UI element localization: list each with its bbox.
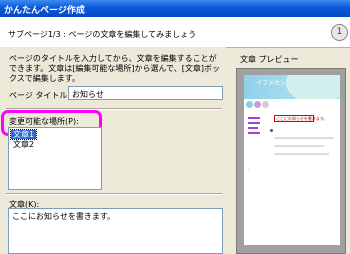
list-item[interactable]: 文章1 [9, 129, 38, 140]
preview-selected-text-box: ここにお知らせを書きます。 [274, 115, 328, 122]
preview-text-line [274, 153, 329, 155]
decor-dot-purple [254, 101, 261, 108]
instructions-text: ページのタイトルを入力してから、文章を編集することができます。文章は[編集可能な… [9, 54, 220, 83]
preview-banner: イフメセン [244, 75, 340, 99]
text-editor-value: ここにお知らせを書きます。 [12, 212, 116, 221]
editable-places-label: 変更可能な場所(P): [9, 117, 79, 126]
nav-link [248, 117, 260, 119]
preview-heading: 文章 プレビュー [240, 55, 299, 64]
list-item[interactable]: 文章2 [11, 140, 36, 149]
preview-banner-text: イフメセン [256, 80, 287, 87]
preview-frame: イフメセン ここにお知らせを書きます。 · [236, 68, 346, 254]
step-number-button[interactable]: 1 [331, 24, 348, 41]
wizard-header: サブページ1/3 : ページの文章を編集してみましょう 1 [0, 17, 350, 48]
decor-circle [286, 75, 340, 99]
preview-small-mark: · [248, 167, 250, 173]
window-title: かんたんページ作成 [4, 6, 85, 16]
section-divider [6, 193, 222, 195]
title-bar: かんたんページ作成 [0, 0, 350, 17]
preview-text-line [274, 145, 324, 147]
preview-page: イフメセン ここにお知らせを書きます。 · [244, 75, 340, 245]
decor-dot-teal [246, 101, 253, 108]
text-editor[interactable]: ここにお知らせを書きます。 [8, 208, 223, 254]
page-title-input[interactable]: お知らせ [68, 86, 223, 100]
page-title-value: お知らせ [72, 90, 104, 99]
nav-link [248, 122, 260, 124]
preview-bullet [270, 129, 273, 132]
step-subtitle: サブページ1/3 : ページの文章を編集してみましょう [8, 30, 197, 39]
nav-link [248, 132, 260, 134]
preview-text-line [274, 137, 334, 139]
decor-dot-grey [262, 101, 269, 108]
nav-link [248, 127, 258, 129]
editable-places-list[interactable]: 文章1 文章2 [8, 127, 102, 190]
preview-selected-text: ここにお知らせを書きます。 [276, 116, 328, 121]
